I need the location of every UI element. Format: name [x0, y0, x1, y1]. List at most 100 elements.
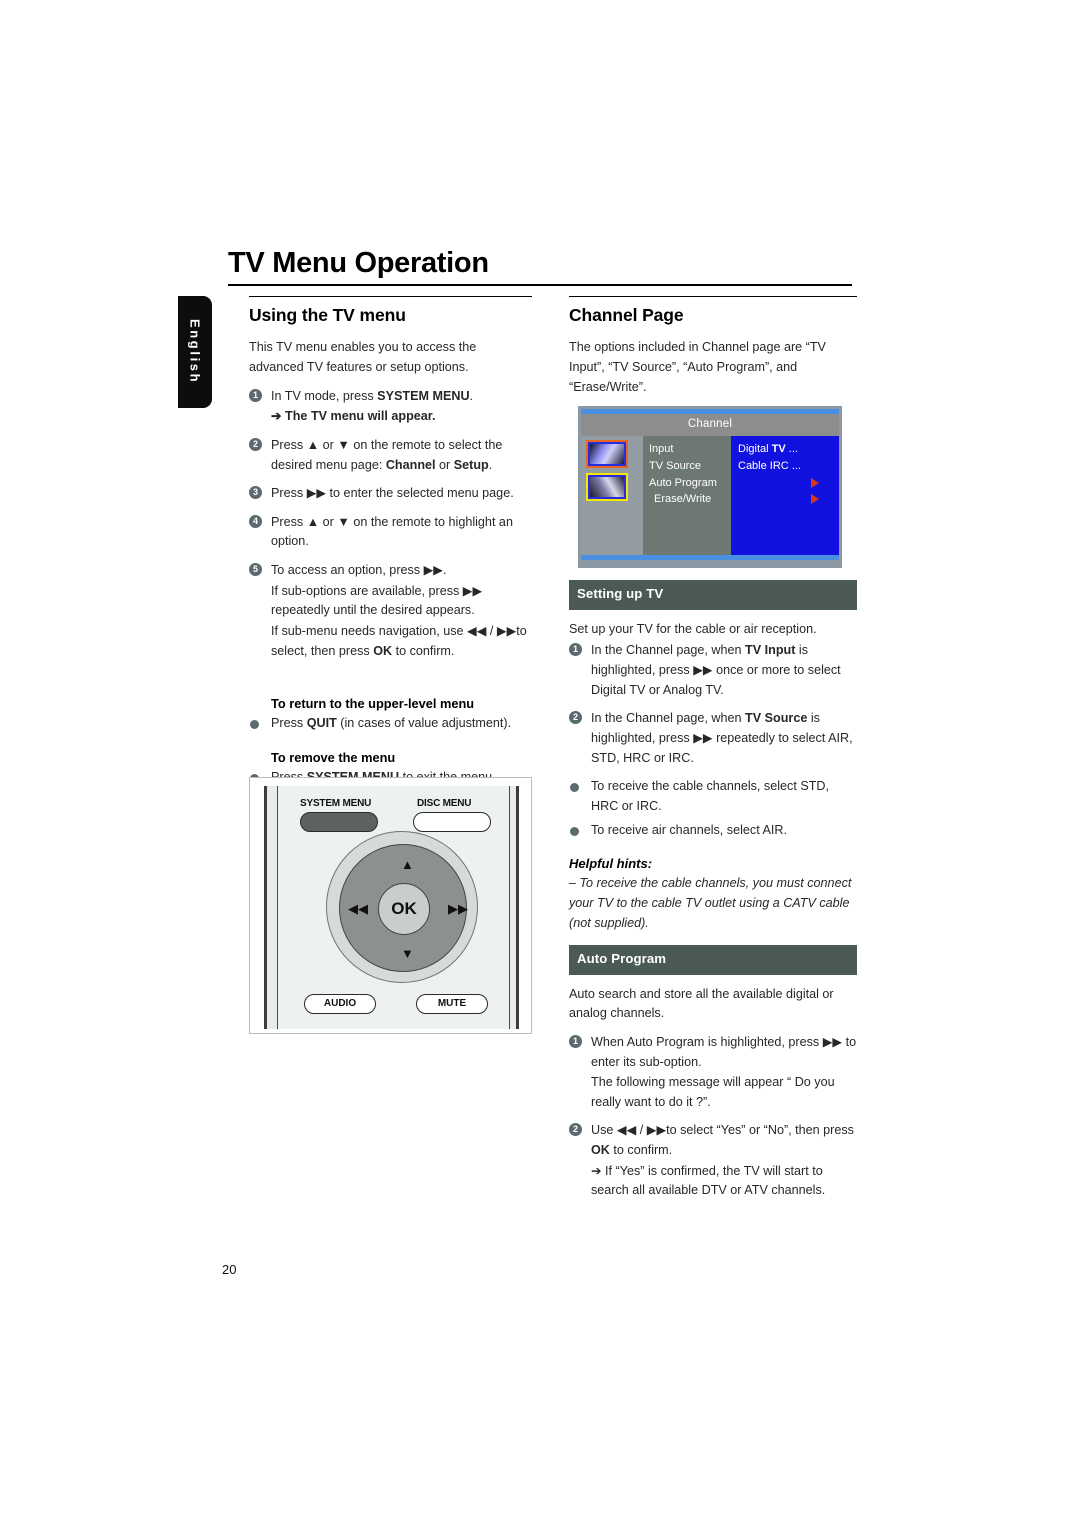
- tv-menu-icon-column: [581, 436, 643, 556]
- step-badge: 3: [249, 486, 262, 500]
- rewind-arrow-icon[interactable]: ◀◀: [348, 901, 368, 917]
- list-item: 4 Press ▲ or ▼ on the remote to highligh…: [249, 513, 532, 552]
- up-arrow-icon[interactable]: ▲: [401, 857, 414, 872]
- play-triangle-icon: [811, 494, 819, 505]
- disc-menu-button[interactable]: [413, 812, 491, 832]
- remote-body: SYSTEM MENU DISC MENU ▲ ▼ ◀◀ ▶▶ OK AUDIO: [264, 786, 519, 1029]
- right-intro-paragraph: The options included in Channel page are…: [569, 340, 826, 394]
- mute-label: MUTE: [437, 998, 467, 1009]
- step-sub-text: The following message will appear “ Do y…: [591, 1075, 835, 1109]
- title-divider: [228, 284, 852, 287]
- step-badge: 1: [569, 643, 582, 657]
- list-item: 2 Press ▲ or ▼ on the remote to select t…: [249, 436, 532, 475]
- right-section-title: Channel Page: [569, 305, 684, 325]
- step-bold: OK: [591, 1143, 610, 1158]
- step-text: To access an option, press ▶▶.: [271, 563, 447, 578]
- bullet-text: To receive air channels, select AIR.: [591, 822, 787, 837]
- tv-menu-title: Channel: [581, 414, 839, 437]
- play-triangle-icon: [811, 478, 819, 489]
- navigation-ring: ▲ ▼ ◀◀ ▶▶ OK: [326, 831, 478, 983]
- tv-menu-body: Input TV Source Auto Program Erase/Write…: [581, 436, 839, 556]
- mute-button[interactable]: MUTE: [416, 994, 488, 1014]
- step-badge: 4: [249, 514, 262, 528]
- step-extra-bold: OK: [373, 643, 393, 658]
- step-text: In the Channel page, when: [591, 643, 746, 658]
- page-title-block: TV Menu Operation: [228, 247, 852, 287]
- value-dots-2: ...: [791, 459, 801, 472]
- thumbnail-image: [590, 444, 624, 465]
- step-bold-2: Setup: [453, 457, 489, 472]
- tv-menu-options: Input TV Source Auto Program Erase/Write: [643, 436, 731, 556]
- bullet-text-after: (in cases of value adjustment).: [336, 716, 512, 731]
- step-bold: SYSTEM MENU: [377, 388, 470, 403]
- right-section-divider: [569, 296, 857, 297]
- list-item: 2 Use ◀◀ / ▶▶to select “Yes” or “No”, th…: [569, 1121, 857, 1201]
- step-bold: Channel: [385, 457, 436, 472]
- disc-menu-label: DISC MENU: [417, 798, 472, 809]
- step-text: When Auto Program is highlighted, press …: [591, 1034, 857, 1069]
- step-text: Press ▶▶ to enter the selected menu page…: [271, 486, 514, 501]
- step-bold: TV Source: [745, 711, 808, 726]
- list-item: To receive the cable channels, select ST…: [569, 777, 857, 816]
- setup-page-thumbnail[interactable]: [586, 473, 628, 502]
- list-item: 2 In the Channel page, when TV Source is…: [569, 709, 857, 768]
- ok-button[interactable]: OK: [378, 883, 430, 935]
- helpful-hints-title: Helpful hints:: [569, 856, 653, 872]
- remote-inner-panel: SYSTEM MENU DISC MENU ▲ ▼ ◀◀ ▶▶ OK AUDIO: [277, 786, 510, 1029]
- page-title: TV Menu Operation: [228, 247, 489, 279]
- down-arrow-icon[interactable]: ▼: [401, 946, 414, 961]
- list-item: To receive air channels, select AIR.: [569, 821, 857, 841]
- step-text: In the Channel page, when: [591, 711, 746, 726]
- auto-program-band: Auto Program: [569, 945, 857, 975]
- left-section-title: Using the TV menu: [249, 305, 406, 325]
- remote-control-illustration: SYSTEM MENU DISC MENU ▲ ▼ ◀◀ ▶▶ OK AUDIO: [249, 777, 532, 1034]
- left-intro-paragraph: This TV menu enables you to access the a…: [249, 340, 477, 374]
- list-item: 1 In TV mode, press SYSTEM MENU. ➔ The T…: [249, 387, 532, 427]
- bullet-text: To receive the cable channels, select ST…: [591, 779, 830, 813]
- value-label-2: Cable IRC: [738, 459, 789, 472]
- menu-option-tv-source[interactable]: TV Source: [649, 458, 731, 475]
- left-section-divider: [249, 296, 532, 297]
- system-menu-button[interactable]: [300, 812, 378, 832]
- step-extra-after: to confirm.: [392, 643, 455, 658]
- step-bold: TV Input: [745, 643, 796, 658]
- menu-option-auto-program[interactable]: Auto Program: [649, 475, 731, 492]
- step-text-after: .: [469, 388, 474, 403]
- audio-label: AUDIO: [323, 998, 357, 1009]
- list-item: 5 To access an option, press ▶▶. If sub-…: [249, 561, 532, 661]
- step-text-mid: or: [435, 457, 454, 472]
- step-text-after: to confirm.: [609, 1143, 673, 1158]
- list-item: Press QUIT (in cases of value adjustment…: [249, 714, 532, 734]
- step-sub-text: ➔ The TV menu will appear.: [271, 409, 436, 424]
- step-badge: 5: [249, 563, 262, 577]
- menu-option-erase-write[interactable]: Erase/Write: [649, 491, 731, 508]
- step-sub-text: ➔ If “Yes” is confirmed, the TV will sta…: [591, 1163, 826, 1198]
- value-row-1: Digital TV ...: [738, 441, 839, 458]
- forward-arrow-icon[interactable]: ▶▶: [448, 901, 468, 917]
- upper-level-heading: To return to the upper-level menu: [271, 696, 475, 712]
- step-badge: 1: [569, 1034, 582, 1048]
- value-label-1: Digital: [738, 443, 769, 456]
- thumbnail-image: [590, 477, 624, 498]
- step-badge: 2: [569, 1123, 582, 1137]
- tv-menu-screenshot: Channel Input TV Source Auto Program Era…: [578, 406, 842, 569]
- step-extra-text: If sub-menu needs navigation, use ◀◀ / ▶…: [271, 622, 532, 661]
- navigation-pad[interactable]: ▲ ▼ ◀◀ ▶▶ OK: [339, 844, 468, 972]
- bullet-dot-icon: [250, 720, 259, 730]
- bullet-dot-icon: [570, 826, 579, 836]
- step-text: Use ◀◀ / ▶▶to select “Yes” or “No”, then…: [591, 1123, 854, 1138]
- menu-option-input[interactable]: Input: [649, 441, 731, 458]
- list-item: 3 Press ▶▶ to enter the selected menu pa…: [249, 484, 532, 504]
- step-badge: 2: [569, 711, 582, 725]
- value-row-2: Cable IRC ...: [738, 458, 839, 475]
- remove-menu-heading: To remove the menu: [271, 749, 396, 765]
- value-bold-1: TV: [771, 443, 786, 456]
- audio-button[interactable]: AUDIO: [304, 994, 376, 1014]
- auto-program-intro: Auto search and store all the available …: [569, 986, 834, 1021]
- tv-menu-values: Digital TV ... Cable IRC ...: [731, 436, 839, 556]
- setting-up-tv-intro: Set up your TV for the cable or air rece…: [569, 621, 817, 636]
- bullet-dot-icon: [570, 783, 579, 793]
- channel-page-thumbnail[interactable]: [586, 440, 628, 469]
- language-tab-label: English: [187, 319, 203, 385]
